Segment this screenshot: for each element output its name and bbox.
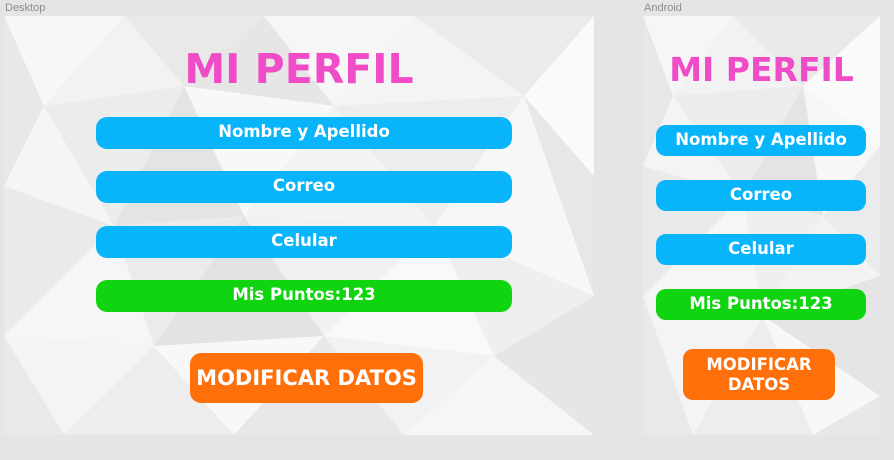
android-artboard: MI PERFIL Nombre y Apellido Correo Celul…: [643, 16, 880, 435]
phone-field[interactable]: Celular: [96, 226, 512, 258]
phone-field[interactable]: Celular: [656, 234, 866, 265]
points-field: Mis Puntos:123: [656, 289, 866, 320]
email-field[interactable]: Correo: [656, 180, 866, 211]
modify-data-button[interactable]: MODIFICAR DATOS: [190, 353, 423, 403]
android-frame-label: Android: [644, 2, 682, 14]
email-field[interactable]: Correo: [96, 171, 512, 203]
page-title: MI PERFIL: [184, 45, 414, 93]
name-field[interactable]: Nombre y Apellido: [656, 125, 866, 156]
points-field: Mis Puntos:123: [96, 280, 512, 312]
modify-data-button[interactable]: MODIFICAR DATOS: [683, 349, 835, 400]
desktop-frame-label: Desktop: [5, 2, 46, 14]
name-field[interactable]: Nombre y Apellido: [96, 117, 512, 149]
desktop-artboard: MI PERFIL Nombre y Apellido Correo Celul…: [4, 16, 594, 435]
page-title: MI PERFIL: [669, 50, 854, 89]
